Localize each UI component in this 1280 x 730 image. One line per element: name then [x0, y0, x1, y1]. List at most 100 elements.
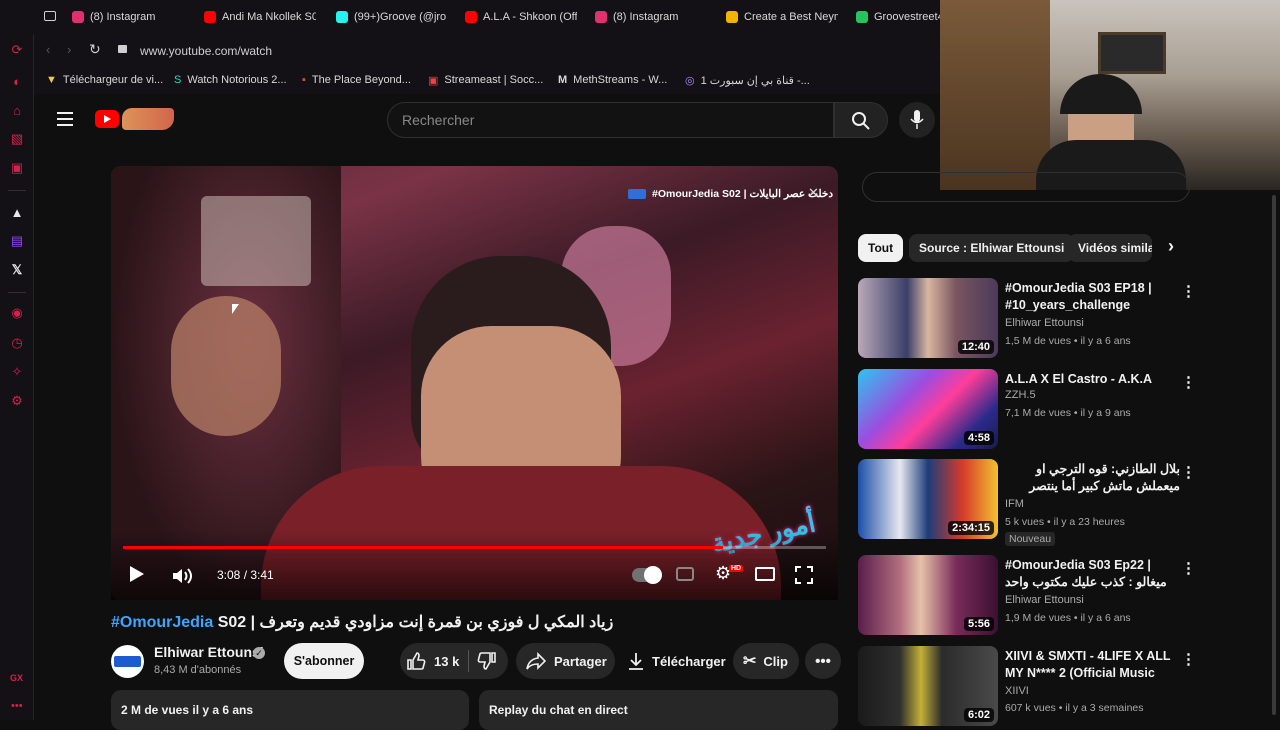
search-icon	[852, 112, 870, 130]
doodle-icon[interactable]	[122, 108, 174, 130]
search-placeholder: Rechercher	[402, 112, 475, 128]
bookmark-notorious[interactable]: S Watch Notorious 2...	[174, 66, 287, 94]
bookmark-icon: S	[174, 74, 182, 86]
play-button[interactable]	[130, 566, 144, 582]
sidebar-player-icon[interactable]: ◐	[9, 73, 25, 89]
sidebar-gx-label[interactable]: GX	[10, 673, 23, 683]
sidebar-hotspot-icon[interactable]: ▧	[9, 131, 25, 147]
video-thumbnail: 2:34:15	[858, 459, 998, 539]
captions-icon[interactable]	[676, 567, 694, 581]
recommendation-item[interactable]: 12:40 #OmourJedia S03 EP18 | #10_years_c…	[858, 278, 1196, 362]
sidebar-history-icon[interactable]: ◷	[9, 335, 25, 351]
reload-icon[interactable]: ↻	[89, 41, 101, 58]
new-badge: Nouveau	[1005, 532, 1056, 546]
fullscreen-icon[interactable]	[795, 566, 813, 584]
chip-all[interactable]: Tout	[858, 234, 904, 262]
sidebar-refresh-icon[interactable]: ⟳	[9, 42, 25, 58]
sidebar-more-icon[interactable]: •••	[11, 700, 23, 712]
miniplayer-icon[interactable]	[755, 567, 775, 581]
views-date: 2 M de vues il y a 6 ans	[121, 703, 254, 717]
sidebar-messenger-icon[interactable]: ▲	[9, 204, 25, 220]
sidebar-twitch-icon[interactable]: ▤	[9, 233, 25, 249]
channel-name[interactable]: Elhiwar Ettounsi	[154, 644, 264, 660]
more-actions-button[interactable]: •••	[805, 643, 841, 679]
recommendation-item[interactable]: 5:56 #OmourJedia S03 Ep22 | ميغالو : كذب…	[858, 555, 1196, 639]
menu-icon[interactable]	[57, 112, 73, 126]
like-count: 13 k	[434, 653, 460, 669]
bookmark-downloader[interactable]: ▼ Téléchargeur de vi...	[46, 66, 163, 94]
hidden-panel	[862, 172, 1190, 202]
subscribe-button[interactable]: S'abonner	[284, 643, 364, 679]
overlay-close-icon[interactable]: ✕	[808, 185, 819, 201]
tab-youtube-ala[interactable]: A.L.A - Shkoon (Off	[465, 0, 577, 34]
bookmark-icon: ▪	[302, 74, 306, 86]
tab-overview-icon[interactable]	[44, 11, 56, 21]
sidebar-settings-icon[interactable]: ⚙	[9, 393, 25, 409]
bookmark-streameast[interactable]: ▣ Streameast | Socc...	[428, 66, 543, 94]
dislike-button[interactable]	[477, 651, 497, 671]
chips-next-icon[interactable]: ›	[1168, 236, 1174, 257]
sidebar-x-icon[interactable]: 𝕏	[9, 262, 25, 278]
tab-youtube-andi[interactable]: Andi Ma Nkollek S0	[204, 0, 316, 34]
more-options-icon[interactable]: ⋮	[1181, 463, 1196, 481]
verified-icon: ✓	[253, 647, 265, 659]
sidebar-news-icon[interactable]: ▣	[9, 160, 25, 176]
tab-instagram-2[interactable]: (8) Instagram	[595, 0, 707, 34]
bookmark-bein[interactable]: ◎ قناة بي إن سبورت 1 -...	[685, 66, 810, 94]
more-options-icon[interactable]: ⋮	[1181, 282, 1196, 300]
sidebar-divider	[8, 292, 26, 293]
mouse-cursor-icon	[232, 304, 239, 314]
more-options-icon[interactable]: ⋮	[1181, 650, 1196, 668]
search-button[interactable]	[834, 102, 888, 138]
bookmark-methstreams[interactable]: M MethStreams - W...	[558, 66, 667, 94]
video-thumbnail: 12:40	[858, 278, 998, 358]
share-button[interactable]: Partager	[516, 643, 615, 679]
like-button[interactable]: 13 k	[406, 648, 464, 674]
bookmark-icon: ▣	[428, 74, 439, 87]
recommendation-item[interactable]: 4:58 A.L.A X El Castro - A.K.A ZZH.5 7,1…	[858, 369, 1196, 453]
forward-icon[interactable]: ›	[67, 42, 71, 57]
hd-badge: HD	[729, 565, 744, 572]
tab-neym[interactable]: Create a Best Neym	[726, 0, 838, 34]
youtube-icon	[204, 11, 216, 23]
tab-groovestreet[interactable]: Groovestreet4	[856, 0, 940, 34]
recommendation-item[interactable]: 6:02 XIIVI & SMXTI - 4LIFE X ALL MY N***…	[858, 646, 1196, 730]
progress-track[interactable]	[123, 546, 826, 549]
more-options-icon[interactable]: ⋮	[1181, 559, 1196, 577]
back-icon[interactable]: ‹	[46, 42, 50, 57]
browser-sidebar: ⟳ ◐ ⌂ ▧ ▣ ▲ ▤ 𝕏 ◉ ◷ ✧ ⚙ GX •••	[0, 0, 34, 720]
subscriber-count: 8,43 M d'abonnés	[154, 664, 242, 676]
tab-tiktok[interactable]: (99+)Groove (@jro	[336, 0, 446, 34]
sidebar-extensions-icon[interactable]: ✧	[9, 364, 25, 380]
chip-similar[interactable]: Vidéos simila	[1068, 234, 1152, 262]
tiktok-icon	[336, 11, 348, 23]
recommendation-item[interactable]: 2:34:15 بلال الطازني: قوه الترجي او ميعم…	[858, 459, 1196, 546]
download-button[interactable]: Télécharger	[616, 643, 728, 679]
video-thumbnail: 4:58	[858, 369, 998, 449]
time-display: 3:08 / 3:41	[217, 568, 274, 582]
chat-replay-label: Replay du chat en direct	[489, 703, 628, 717]
voice-search-button[interactable]	[899, 102, 935, 138]
youtube-icon	[465, 11, 477, 23]
scrollbar-thumb[interactable]	[1272, 195, 1276, 715]
microphone-icon	[910, 110, 924, 129]
channel-avatar[interactable]	[111, 645, 144, 678]
channel-badge-icon	[628, 189, 646, 199]
video-thumbnail: 6:02	[858, 646, 998, 726]
m-letter-icon: M	[558, 74, 568, 86]
volume-icon[interactable]	[171, 566, 193, 586]
sidebar-bag-icon[interactable]: ⌂	[9, 102, 25, 118]
youtube-logo[interactable]	[95, 110, 119, 128]
title-hashtag-link[interactable]: #OmourJedia	[111, 614, 213, 631]
lock-icon[interactable]	[118, 45, 127, 53]
chip-source[interactable]: Source : Elhiwar Ettounsi	[909, 234, 1075, 262]
address-field[interactable]: www.youtube.com/watch	[140, 44, 272, 58]
bookmark-icon: ▼	[46, 74, 57, 86]
autoplay-toggle[interactable]	[632, 566, 662, 584]
clip-button[interactable]: ✂ Clip	[733, 643, 799, 679]
sidebar-play-icon[interactable]: ◉	[9, 305, 25, 321]
more-options-icon[interactable]: ⋮	[1181, 373, 1196, 391]
tab-instagram[interactable]: (8) Instagram	[72, 0, 190, 34]
bookmark-place-beyond[interactable]: ▪ The Place Beyond...	[302, 66, 411, 94]
k-logo-icon	[856, 11, 868, 23]
